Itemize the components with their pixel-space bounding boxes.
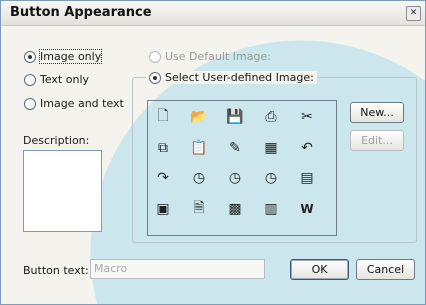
description-box xyxy=(23,150,102,232)
radio-indicator[interactable] xyxy=(24,97,36,110)
title-bar: Button Appearance ✕ xyxy=(1,1,425,26)
printer-icon[interactable]: ⎙ xyxy=(261,107,281,127)
radio-select-user-image[interactable]: Select User-defined Image: xyxy=(146,71,317,84)
clock-icon[interactable]: ◷ xyxy=(189,168,209,188)
button-appearance-dialog: Button Appearance ✕ Image only Text only… xyxy=(0,0,426,305)
radio-indicator[interactable] xyxy=(149,71,161,84)
word-doc-icon[interactable]: ▥ xyxy=(261,199,281,219)
button-text-input[interactable]: Macro xyxy=(90,259,265,279)
radio-select-user-image-label: Select User-defined Image: xyxy=(165,71,314,84)
preview-icon[interactable]: ▣ xyxy=(153,199,173,219)
cancel-button[interactable]: Cancel xyxy=(356,259,415,280)
radio-indicator[interactable] xyxy=(24,73,36,86)
save-disk-icon[interactable]: 💾 xyxy=(225,107,245,127)
radio-indicator[interactable] xyxy=(149,50,161,63)
open-folder-icon[interactable]: 📂 xyxy=(189,107,209,127)
chart-icon[interactable]: ▩ xyxy=(225,199,245,219)
button-text-label: Button text: xyxy=(23,264,89,277)
paste-icon[interactable]: 📋 xyxy=(189,138,209,158)
spreadsheet-icon[interactable]: ▦ xyxy=(261,138,281,158)
radio-image-and-text-label: Image and text xyxy=(40,97,124,110)
new-document-icon[interactable]: 🗋 xyxy=(153,107,173,127)
radio-image-and-text[interactable]: Image and text xyxy=(24,97,124,110)
word-logo-icon[interactable]: W xyxy=(297,199,317,219)
clock-icon[interactable]: ◷ xyxy=(225,168,245,188)
dialog-title: Button Appearance xyxy=(10,5,152,20)
radio-use-default-image-label: Use Default Image: xyxy=(165,50,271,63)
scissors-icon[interactable]: ✂ xyxy=(297,107,317,127)
new-button[interactable]: New... xyxy=(350,102,404,123)
copy-icon[interactable]: ⧉ xyxy=(153,138,173,158)
page-icon[interactable]: ▤ xyxy=(297,168,317,188)
radio-image-only[interactable]: Image only xyxy=(24,49,103,64)
redo-icon[interactable]: ↷ xyxy=(153,168,173,188)
close-icon[interactable]: ✕ xyxy=(406,6,421,21)
ok-button[interactable]: OK xyxy=(290,259,349,280)
radio-text-only-label: Text only xyxy=(40,73,90,86)
edit-button[interactable]: Edit... xyxy=(350,130,404,151)
undo-icon[interactable]: ↶ xyxy=(297,138,317,158)
clock-icon[interactable]: ◷ xyxy=(261,168,281,188)
icon-grid: 🗋 📂 💾 ⎙ ✂ ⧉ 📋 ✎ ▦ ↶ ↷ ◷ ◷ ◷ ▤ ▣ 🗎 ▩ ▥ W xyxy=(147,100,337,236)
radio-indicator[interactable] xyxy=(24,50,36,63)
format-painter-icon[interactable]: ✎ xyxy=(225,138,245,158)
radio-use-default-image[interactable]: Use Default Image: xyxy=(149,50,271,63)
document-icon[interactable]: 🗎 xyxy=(189,199,209,219)
radio-text-only[interactable]: Text only xyxy=(24,73,89,86)
radio-image-only-label: Image only xyxy=(38,49,103,64)
description-label: Description: xyxy=(23,134,90,147)
